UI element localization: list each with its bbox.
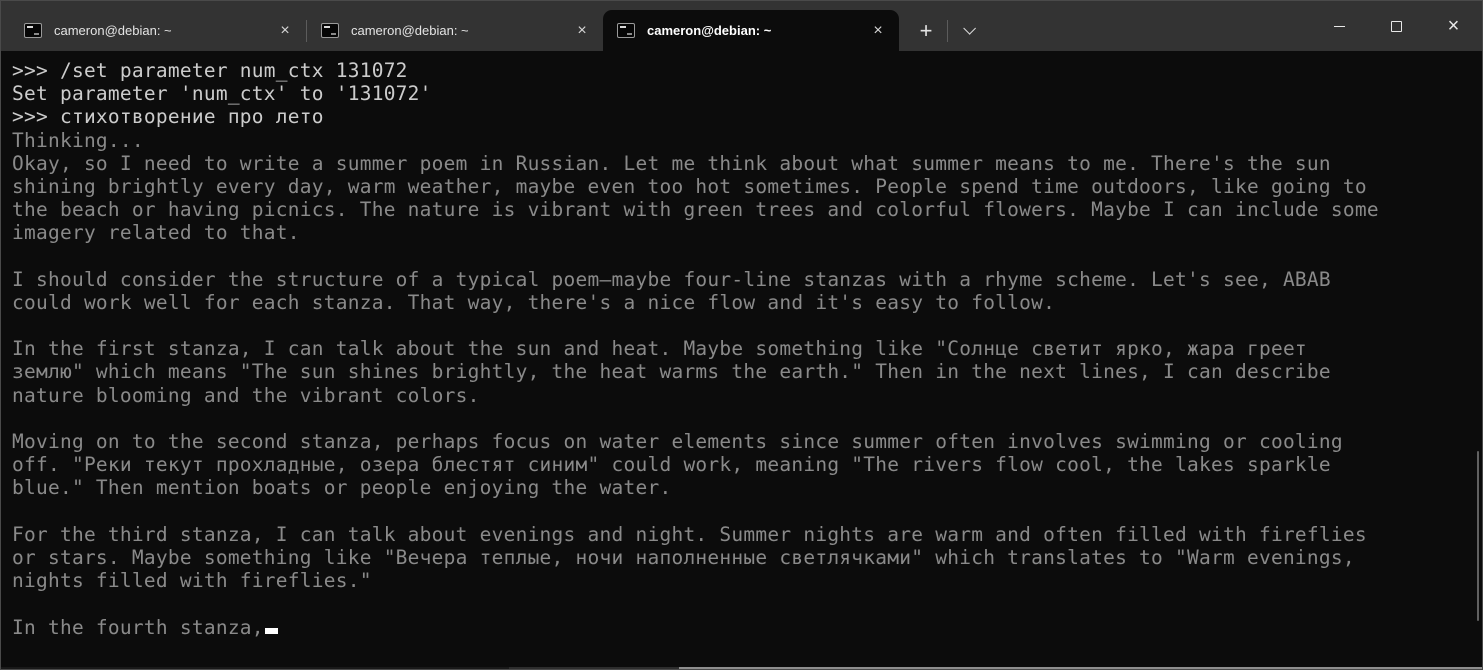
terminal-line: Moving on to the second stanza, perhaps … xyxy=(12,430,1343,453)
close-tab-icon[interactable]: × xyxy=(865,18,891,44)
maximize-button[interactable] xyxy=(1368,1,1425,51)
terminal-line: imagery related to that. xyxy=(12,221,300,245)
tab-3-active[interactable]: cameron@debian: ~ × xyxy=(603,10,899,51)
titlebar: cameron@debian: ~ × cameron@debian: ~ × … xyxy=(1,1,1482,51)
titlebar-drag-region[interactable] xyxy=(986,1,1311,51)
terminal-icon xyxy=(617,23,635,38)
tab-bar: cameron@debian: ~ × cameron@debian: ~ × … xyxy=(10,1,986,51)
terminal-icon xyxy=(24,23,42,38)
terminal-line: I should consider the structure of a typ… xyxy=(12,267,1331,291)
terminal-line: For the third stanza, I can talk about e… xyxy=(12,522,1367,546)
tab-1[interactable]: cameron@debian: ~ × xyxy=(10,10,306,51)
window-controls: × xyxy=(1311,1,1482,51)
terminal-icon xyxy=(321,23,339,38)
tab-title: cameron@debian: ~ xyxy=(54,23,172,38)
taskbar-sliver xyxy=(1,667,1482,669)
terminal-line: the beach or having picnics. The nature … xyxy=(12,198,1379,222)
taskbar-sliver-segment xyxy=(509,667,679,669)
terminal-line: off. "Реки текут прохладные, озера блест… xyxy=(12,453,1331,477)
maximize-icon xyxy=(1391,20,1402,32)
tab-2[interactable]: cameron@debian: ~ × xyxy=(307,10,603,51)
terminal-line: >>> /set parameter num_ctx 131072 xyxy=(12,59,408,82)
terminal-line: In the first stanza, I can talk about th… xyxy=(12,337,1307,361)
terminal-line: Set parameter 'num_ctx' to '131072' xyxy=(12,82,432,106)
minimize-icon xyxy=(1334,25,1345,27)
terminal-line: could work well for each stanza. That wa… xyxy=(12,290,1056,314)
tab-title: cameron@debian: ~ xyxy=(647,23,772,38)
taskbar-sliver-segment xyxy=(1,667,509,669)
minimize-button[interactable] xyxy=(1311,1,1368,51)
terminal-line: nights filled with fireflies." xyxy=(12,569,372,593)
terminal-window: cameron@debian: ~ × cameron@debian: ~ × … xyxy=(0,0,1483,670)
terminal-line: or stars. Maybe something like "Вечера т… xyxy=(12,545,1355,569)
terminal-line: In the fourth stanza, xyxy=(12,616,1482,639)
taskbar-sliver-segment xyxy=(679,667,1482,669)
terminal-line: nature blooming and the vibrant colors. xyxy=(12,383,480,407)
terminal-output[interactable]: >>> /set parameter num_ctx 131072 Set par… xyxy=(1,51,1482,669)
text-cursor xyxy=(264,627,278,634)
terminal-line: >>> стихотворение про лето xyxy=(12,105,324,129)
close-tab-icon[interactable]: × xyxy=(569,18,595,44)
new-tab-button[interactable]: + xyxy=(905,10,947,51)
close-tab-icon[interactable]: × xyxy=(272,18,298,44)
tab-dropdown-button[interactable] xyxy=(948,10,986,51)
scrollbar-thumb[interactable] xyxy=(1477,451,1479,621)
terminal-line: shining brightly every day, warm weather… xyxy=(12,174,1367,198)
terminal-line: blue." Then mention boats or people enjo… xyxy=(12,476,672,500)
tab-title: cameron@debian: ~ xyxy=(351,23,469,38)
close-window-button[interactable]: × xyxy=(1425,1,1482,51)
terminal-line: Okay, so I need to write a summer poem i… xyxy=(12,151,1331,175)
close-icon: × xyxy=(1447,15,1460,37)
terminal-line: землю" which means "The sun shines brigh… xyxy=(12,360,1331,384)
terminal-line: Thinking... xyxy=(12,128,144,152)
chevron-down-icon xyxy=(962,22,976,35)
